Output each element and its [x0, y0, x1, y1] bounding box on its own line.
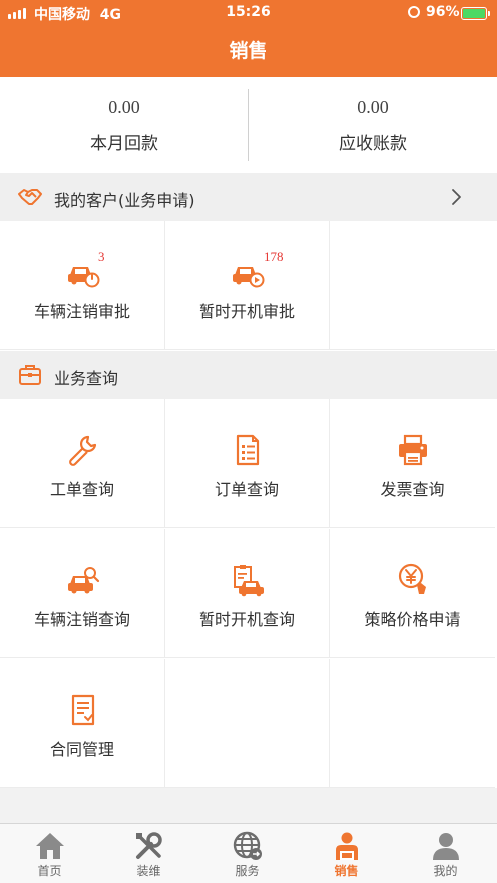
tab-sales[interactable]: 销售	[297, 824, 396, 883]
receivables-label: 应收账款	[339, 134, 407, 154]
printer-icon	[399, 434, 427, 466]
user-icon	[433, 833, 459, 860]
tab-service-label: 服务	[235, 864, 260, 878]
order-document-icon	[236, 434, 260, 466]
business-section-title: 业务查询	[54, 369, 119, 388]
chevron-right-icon[interactable]	[447, 187, 467, 207]
temp-boot-query-label: 暂时开机查询	[198, 610, 295, 629]
status-time: 15:26	[226, 4, 271, 20]
tab-mine[interactable]: 我的	[396, 824, 495, 883]
tab-sales-label: 销售	[334, 864, 359, 878]
briefcase-icon	[19, 365, 41, 385]
vehicle-cancel-approval-label: 车辆注销审批	[33, 302, 130, 321]
customers-grid: 3 车辆注销审批 178 暂时开机审批	[0, 221, 497, 351]
globe-icon	[233, 831, 262, 860]
badge-count: 178	[264, 249, 284, 264]
vehicle-cancel-query[interactable]: 车辆注销查询	[0, 529, 165, 658]
page-title: 销售	[229, 40, 268, 62]
empty-cell	[330, 221, 495, 350]
contract-management[interactable]: 合同管理	[0, 659, 165, 788]
strategy-price-apply[interactable]: 策略价格申请	[330, 529, 495, 658]
car-search-icon	[68, 567, 100, 594]
vehicle-cancel-approval[interactable]: 3 车辆注销审批	[0, 221, 165, 350]
bottom-tab-bar: 首页 装维 服务 销售 我的	[0, 823, 497, 883]
tools-icon	[136, 832, 162, 859]
summary-panel: 0.00 本月回款 0.00 应收账款	[0, 77, 497, 173]
receivables[interactable]: 0.00 应收账款	[249, 77, 497, 173]
monthly-payback[interactable]: 0.00 本月回款	[0, 77, 248, 173]
work-order-query-label: 工单查询	[49, 480, 114, 499]
home-icon	[36, 833, 64, 859]
tab-home-label: 首页	[37, 864, 62, 878]
receivables-value: 0.00	[357, 97, 389, 117]
tab-install[interactable]: 装维	[99, 824, 198, 883]
order-query-label: 订单查询	[214, 480, 279, 499]
status-bar: 中国移动 4G 15:26 96%	[0, 0, 497, 26]
yen-tag-icon	[398, 563, 426, 594]
tab-service[interactable]: 服务	[198, 824, 297, 883]
order-query[interactable]: 订单查询	[165, 399, 330, 528]
temp-boot-approval[interactable]: 178 暂时开机审批	[165, 221, 330, 350]
business-section-header: 业务查询	[0, 351, 497, 399]
work-order-query[interactable]: 工单查询	[0, 399, 165, 528]
empty-cell	[330, 659, 495, 788]
handshake-icon	[18, 189, 42, 205]
business-grid: 工单查询 订单查询 发票查询 车辆注销查询 暂时开机查询 策略价格申请 合同管理	[0, 399, 497, 788]
customers-section-title: 我的客户(业务申请)	[54, 191, 195, 210]
strategy-price-apply-label: 策略价格申请	[364, 610, 461, 629]
tab-install-label: 装维	[136, 864, 161, 878]
alarm-icon	[408, 6, 420, 18]
monthly-payback-label: 本月回款	[90, 134, 158, 154]
invoice-query[interactable]: 发票查询	[330, 399, 495, 528]
badge-count: 3	[98, 249, 105, 264]
tab-home[interactable]: 首页	[0, 824, 99, 883]
temp-boot-approval-label: 暂时开机审批	[198, 302, 295, 321]
customers-section-header[interactable]: 我的客户(业务申请)	[0, 173, 497, 221]
temp-boot-query[interactable]: 暂时开机查询	[165, 529, 330, 658]
empty-cell	[165, 659, 330, 788]
vehicle-cancel-query-label: 车辆注销查询	[33, 610, 130, 629]
invoice-query-label: 发票查询	[380, 480, 445, 499]
battery-percent: 96%	[426, 4, 460, 20]
header-bar: 中国移动 4G 15:26 96% 销售	[0, 0, 497, 77]
contract-icon	[71, 694, 95, 726]
car-play-icon	[233, 267, 265, 288]
salesperson-icon	[336, 832, 358, 860]
battery-icon	[461, 7, 490, 20]
wrench-icon	[69, 435, 97, 466]
car-power-icon	[68, 267, 100, 288]
contract-management-label: 合同管理	[49, 740, 114, 759]
clipboard-car-icon	[234, 565, 264, 597]
tab-mine-label: 我的	[433, 864, 458, 878]
monthly-payback-value: 0.00	[108, 97, 140, 117]
